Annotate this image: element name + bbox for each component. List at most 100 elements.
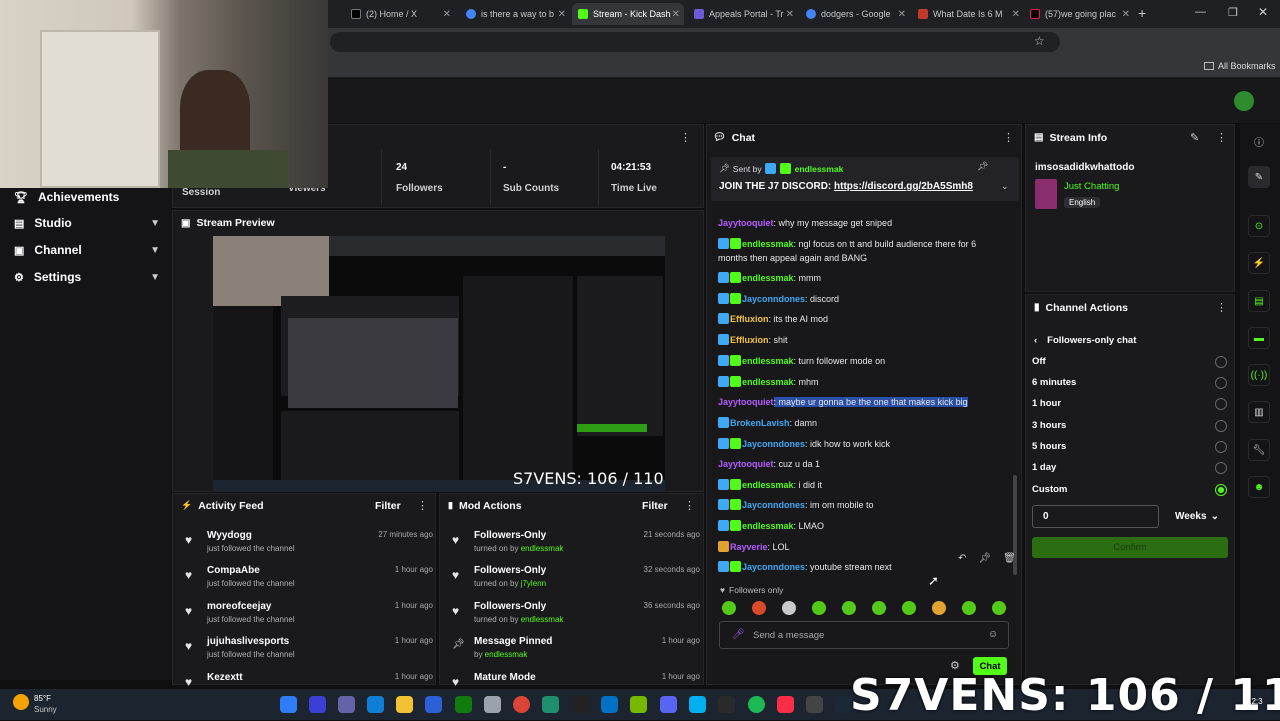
chat-message[interactable]: Jayconndones: im om mobile to — [718, 498, 1008, 512]
close-icon[interactable]: ✕ — [898, 9, 906, 20]
close-icon[interactable]: ✕ — [443, 9, 451, 20]
chat-message[interactable]: endlessmak: mmm — [718, 271, 1008, 285]
sidebar-item-channel[interactable]: ▣ Channel ▼ — [14, 243, 160, 257]
close-icon[interactable]: ✕ — [672, 9, 680, 20]
radio-custom-selected[interactable] — [1215, 484, 1227, 496]
window-close-button[interactable]: ✕ — [1258, 5, 1268, 19]
all-bookmarks[interactable]: All Bookmarks — [1204, 61, 1276, 71]
store-icon[interactable] — [425, 696, 442, 713]
emote-icon[interactable] — [992, 601, 1006, 615]
option-3-hours[interactable]: 3 hours — [1032, 420, 1066, 431]
chat-message[interactable]: endlessmak: ngl focus on tt and build au… — [718, 237, 1008, 265]
obs-icon[interactable] — [806, 696, 823, 713]
edge-icon[interactable] — [367, 696, 384, 713]
chat-message[interactable]: Jayytooquiet: why my message get sniped — [718, 216, 1008, 230]
file-explorer-icon[interactable] — [396, 696, 413, 713]
tab-appeals-portal[interactable]: Appeals Portal - Tr ✕ — [688, 3, 798, 25]
chat-message[interactable]: endlessmak: mhm — [718, 375, 1008, 389]
preview-video[interactable]: S7VENS: 106 / 110 — [213, 236, 665, 492]
sidebar-item-achievements[interactable]: 🏆︎ Achievements — [14, 190, 160, 204]
close-icon[interactable]: ✕ — [786, 9, 794, 20]
chat-input[interactable]: 🎤︎ Send a message ☺ — [719, 621, 1009, 649]
xbox-icon[interactable] — [455, 696, 472, 713]
custom-duration-input[interactable]: 0 — [1032, 505, 1159, 528]
unit-select[interactable]: Weeks ⌄ — [1166, 505, 1228, 528]
bolt-icon[interactable]: ⚡ — [1248, 252, 1270, 274]
feed-username[interactable]: Wyydogg — [207, 530, 252, 541]
emote-icon[interactable] — [872, 601, 886, 615]
chat-username[interactable]: Jayytooquiet — [718, 459, 774, 469]
back-button[interactable]: ‹ Followers-only chat — [1034, 335, 1136, 346]
chat-username[interactable]: endlessmak — [742, 356, 794, 366]
clipboard-icon[interactable]: ▤ — [1248, 290, 1270, 312]
chat-username[interactable]: Jayytooquiet — [718, 397, 774, 407]
app-icon[interactable] — [718, 696, 735, 713]
star-icon[interactable]: ☆ — [1034, 34, 1045, 48]
feed-username[interactable]: jujuhaslivesports — [207, 636, 289, 647]
radio-1-hour[interactable] — [1215, 398, 1227, 410]
option-5-hours[interactable]: 5 hours — [1032, 441, 1066, 452]
chat-message[interactable]: BrokenLavish: damn — [718, 416, 1008, 430]
chat-username[interactable]: endlessmak — [742, 273, 794, 283]
pinned-username[interactable]: endlessmak — [795, 164, 844, 174]
tab-dodgers[interactable]: dodgers - Google ✕ — [800, 3, 910, 25]
chevron-down-icon[interactable]: ⌄ — [1001, 181, 1009, 192]
mod-username[interactable]: j7ylenn — [521, 579, 546, 588]
layers-icon[interactable]: ▥ — [1248, 401, 1270, 423]
option-custom[interactable]: Custom — [1032, 484, 1067, 495]
mod-filter-button[interactable]: Filter — [642, 500, 668, 512]
emote-icon[interactable] — [812, 601, 826, 615]
radio-off[interactable] — [1215, 356, 1227, 368]
activity-filter-button[interactable]: Filter — [375, 500, 401, 512]
chat-message[interactable]: endlessmak: LMAO — [718, 519, 1008, 533]
face-icon[interactable]: ☻ — [1248, 476, 1270, 498]
discord-icon[interactable] — [660, 696, 677, 713]
music-icon[interactable] — [777, 696, 794, 713]
chat-username[interactable]: endlessmak — [742, 521, 794, 531]
trash-icon[interactable]: 🗑︎ — [1003, 553, 1016, 564]
panel-menu-icon[interactable]: ⋮ — [684, 499, 695, 512]
emote-icon[interactable] — [722, 601, 736, 615]
chat-username[interactable]: BrokenLavish — [730, 418, 790, 428]
category-thumbnail[interactable] — [1035, 179, 1057, 209]
app-icon[interactable] — [601, 696, 618, 713]
chat-message[interactable]: Jayconndones: idk how to work kick — [718, 437, 1008, 451]
chat-message[interactable]: endlessmak: turn follower mode on — [718, 354, 1008, 368]
mod-username[interactable]: endlessmak — [521, 615, 564, 624]
tab-what-date[interactable]: What Date Is 6 M ✕ — [912, 3, 1024, 25]
pinned-link[interactable]: https://discord.gg/2bA5Smh8 — [834, 181, 973, 192]
radio-3-hours[interactable] — [1215, 420, 1227, 432]
close-icon[interactable]: ✕ — [558, 9, 566, 20]
emote-icon[interactable] — [842, 601, 856, 615]
category-link[interactable]: Just Chatting — [1064, 181, 1119, 192]
user-avatar[interactable] — [1234, 91, 1254, 111]
chat-message[interactable]: Jayconndones: discord — [718, 292, 1008, 306]
pinned-message[interactable]: 📌︎ Sent by endlessmak JOIN THE J7 DISCOR… — [711, 157, 1019, 201]
chat-username[interactable]: endlessmak — [742, 480, 794, 490]
mod-username[interactable]: endlessmak — [521, 544, 564, 553]
emote-icon[interactable] — [902, 601, 916, 615]
pin-icon[interactable]: 📌︎ — [978, 553, 991, 564]
url-field[interactable] — [330, 32, 1060, 52]
chat-username[interactable]: Effluxion — [730, 335, 769, 345]
chat-username[interactable]: Jayytooquiet — [718, 218, 774, 228]
panel-menu-icon[interactable]: ⋮ — [680, 131, 691, 144]
option-1-hour[interactable]: 1 hour — [1032, 398, 1061, 409]
tab-google-search[interactable]: is there a way to b ✕ — [460, 3, 570, 25]
emoji-icon[interactable]: ☺ — [988, 629, 998, 640]
chat-message[interactable]: Effluxion: shit — [718, 333, 1008, 347]
mod-username[interactable]: endlessmak — [485, 650, 528, 659]
option-6-minutes[interactable]: 6 minutes — [1032, 377, 1076, 388]
option-off[interactable]: Off — [1032, 356, 1046, 367]
wrench-icon[interactable]: 🔧︎ — [1248, 439, 1270, 461]
chat-message[interactable]: Rayverie: LOL — [718, 540, 1008, 554]
copilot-icon[interactable] — [309, 696, 326, 713]
chat-bubble-icon[interactable]: ▬ — [1248, 327, 1270, 349]
chat-username[interactable]: Rayverie — [730, 542, 768, 552]
tab-tiktok[interactable]: (57)we going plac ✕ — [1024, 3, 1134, 25]
chat-username[interactable]: Jayconndones — [742, 562, 805, 572]
radio-5-hours[interactable] — [1215, 441, 1227, 453]
panel-menu-icon[interactable]: ⋮ — [1216, 131, 1227, 144]
app-icon[interactable] — [542, 696, 559, 713]
panel-menu-icon[interactable]: ⋮ — [417, 499, 428, 512]
